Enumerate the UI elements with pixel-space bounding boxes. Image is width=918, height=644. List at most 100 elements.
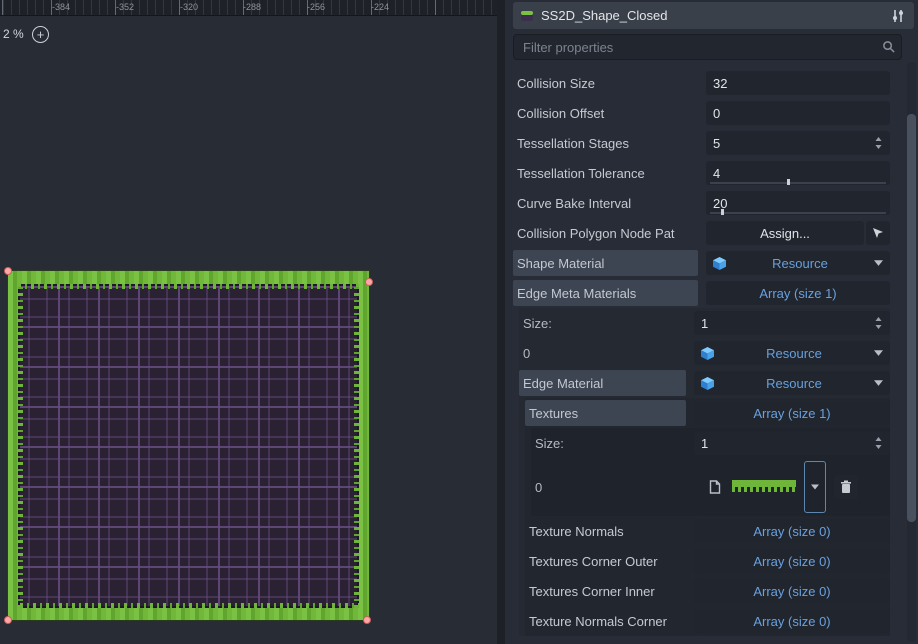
ruler-tick-label: -352 — [116, 2, 134, 12]
resource-cube-icon — [713, 257, 726, 270]
texture-normals-corner-array-button[interactable]: Array (size 0) — [694, 609, 890, 633]
number-input[interactable] — [713, 106, 883, 121]
inspector-header: SS2D_Shape_Closed — [513, 2, 914, 29]
pick-node-icon — [872, 227, 884, 239]
shape-node[interactable] — [8, 271, 369, 620]
grass-edge-left — [18, 284, 23, 608]
property-label: Edge Meta Materials — [513, 280, 698, 306]
filter-bar — [513, 34, 902, 60]
spin-value: 1 — [701, 436, 708, 451]
plus-icon: + — [37, 28, 45, 41]
focus-selection-button[interactable]: + — [32, 26, 49, 43]
filter-properties-input[interactable] — [513, 34, 902, 60]
collision-offset-input[interactable] — [706, 101, 890, 125]
array-size-spinbox[interactable]: 1 — [694, 311, 890, 335]
pick-node-button[interactable] — [866, 221, 890, 245]
slider-track[interactable] — [710, 212, 886, 214]
property-label: Collision Size — [513, 76, 706, 91]
scrollbar-thumb[interactable] — [907, 114, 916, 522]
assign-button[interactable]: Assign... — [706, 221, 864, 245]
zoom-level[interactable]: 2 % — [3, 27, 24, 41]
chevron-down-icon — [811, 484, 819, 490]
array-size-spinbox[interactable]: 1 — [694, 431, 890, 455]
property-row-texture-normals: Texture Normals Array (size 0) — [525, 516, 890, 546]
tools-menu-button[interactable] — [889, 9, 907, 23]
spinner-updown-icon[interactable] — [874, 437, 883, 449]
property-label: Collision Offset — [513, 106, 706, 121]
search-icon — [882, 40, 895, 53]
node-icon — [520, 9, 534, 23]
edge-meta-materials-array-button[interactable]: Array (size 1) — [706, 281, 890, 305]
node-path-editor: Assign... — [706, 221, 890, 245]
ruler-tick-label: -384 — [52, 2, 70, 12]
textures-array-button[interactable]: Array (size 1) — [694, 401, 890, 425]
property-list: Collision Size Collision Offset Tessella… — [513, 68, 914, 636]
texture-normals-array-button[interactable]: Array (size 0) — [694, 519, 890, 543]
property-label: Textures Corner Inner — [525, 584, 694, 599]
textures-array-section: Size: 1 0 — [531, 428, 890, 516]
property-row-textures: Textures Array (size 1) — [525, 398, 890, 428]
ruler-tick-label: -320 — [180, 2, 198, 12]
chevron-down-icon — [874, 350, 883, 356]
inspector-scrollbar[interactable] — [907, 62, 916, 642]
shape-material-resource-picker[interactable]: Resource — [706, 251, 890, 275]
curve-bake-interval-slider[interactable] — [706, 191, 890, 215]
texture-preview[interactable] — [732, 480, 796, 495]
tessellation-stages-spinbox[interactable]: 5 — [706, 131, 890, 155]
spinner-updown-icon[interactable] — [874, 137, 883, 149]
property-label: Size: — [519, 316, 694, 331]
edit-script-icon — [709, 480, 722, 494]
spinner-updown-icon[interactable] — [874, 317, 883, 329]
edge-meta-materials-section: Size: 1 0 Resource — [519, 308, 890, 636]
property-row-shape-material: Shape Material Resource — [513, 248, 890, 278]
property-row-texture-item-0: 0 — [531, 458, 890, 516]
chevron-down-icon — [874, 380, 883, 386]
resource-label: Resource — [726, 256, 874, 271]
property-label: Tessellation Tolerance — [513, 166, 706, 181]
number-input[interactable] — [713, 76, 883, 91]
slider-track[interactable] — [710, 182, 886, 184]
spin-value: 5 — [713, 136, 720, 151]
property-label: Size: — [531, 436, 694, 451]
spin-value: 1 — [701, 316, 708, 331]
delete-texture-button[interactable] — [834, 475, 858, 499]
collision-size-input[interactable] — [706, 71, 890, 95]
slider-grabber[interactable] — [721, 209, 724, 215]
trash-icon — [840, 480, 852, 494]
property-row-array-size: Size: 1 — [531, 428, 890, 458]
control-point-handle[interactable] — [365, 278, 373, 286]
property-label: Textures — [525, 400, 686, 426]
property-label: 0 — [519, 346, 694, 361]
texture-dropdown-button[interactable] — [804, 461, 826, 513]
control-point-handle[interactable] — [363, 616, 371, 624]
number-input[interactable] — [713, 166, 883, 181]
meta-item-resource-picker[interactable]: Resource — [694, 341, 890, 365]
property-row-edge-material: Edge Material Resource — [519, 368, 890, 398]
edit-texture-button[interactable] — [707, 480, 724, 494]
control-point-handle[interactable] — [4, 616, 12, 624]
property-label: Edge Material — [519, 370, 686, 396]
resource-cube-icon — [701, 377, 714, 390]
property-row-array-item-0: 0 Resource — [519, 338, 890, 368]
textures-corner-inner-array-button[interactable]: Array (size 0) — [694, 579, 890, 603]
edge-material-resource-picker[interactable]: Resource — [694, 371, 890, 395]
property-label: 0 — [531, 480, 707, 495]
property-row-edge-meta-materials: Edge Meta Materials Array (size 1) — [513, 278, 890, 308]
grass-edge-right — [354, 284, 359, 608]
resource-cube-icon — [701, 347, 714, 360]
control-point-handle[interactable] — [4, 267, 12, 275]
inspector-title: SS2D_Shape_Closed — [541, 8, 889, 23]
shape-fill-texture — [18, 284, 359, 608]
property-row-textures-corner-inner: Textures Corner Inner Array (size 0) — [525, 576, 890, 606]
canvas-viewport[interactable]: -384 -352 -320 -288 -256 -224 2 % + — [0, 0, 497, 644]
number-input[interactable] — [713, 196, 883, 211]
textures-corner-outer-array-button[interactable]: Array (size 0) — [694, 549, 890, 573]
slider-grabber[interactable] — [787, 179, 790, 185]
resource-label: Resource — [714, 346, 874, 361]
tessellation-tolerance-slider[interactable] — [706, 161, 890, 185]
property-row-texture-normals-corner: Texture Normals Corner Array (size 0) — [525, 606, 890, 636]
property-row-collision-offset: Collision Offset — [513, 98, 890, 128]
ruler-horizontal: -384 -352 -320 -288 -256 -224 — [0, 0, 497, 16]
property-label: Texture Normals — [525, 524, 694, 539]
property-label: Shape Material — [513, 250, 698, 276]
